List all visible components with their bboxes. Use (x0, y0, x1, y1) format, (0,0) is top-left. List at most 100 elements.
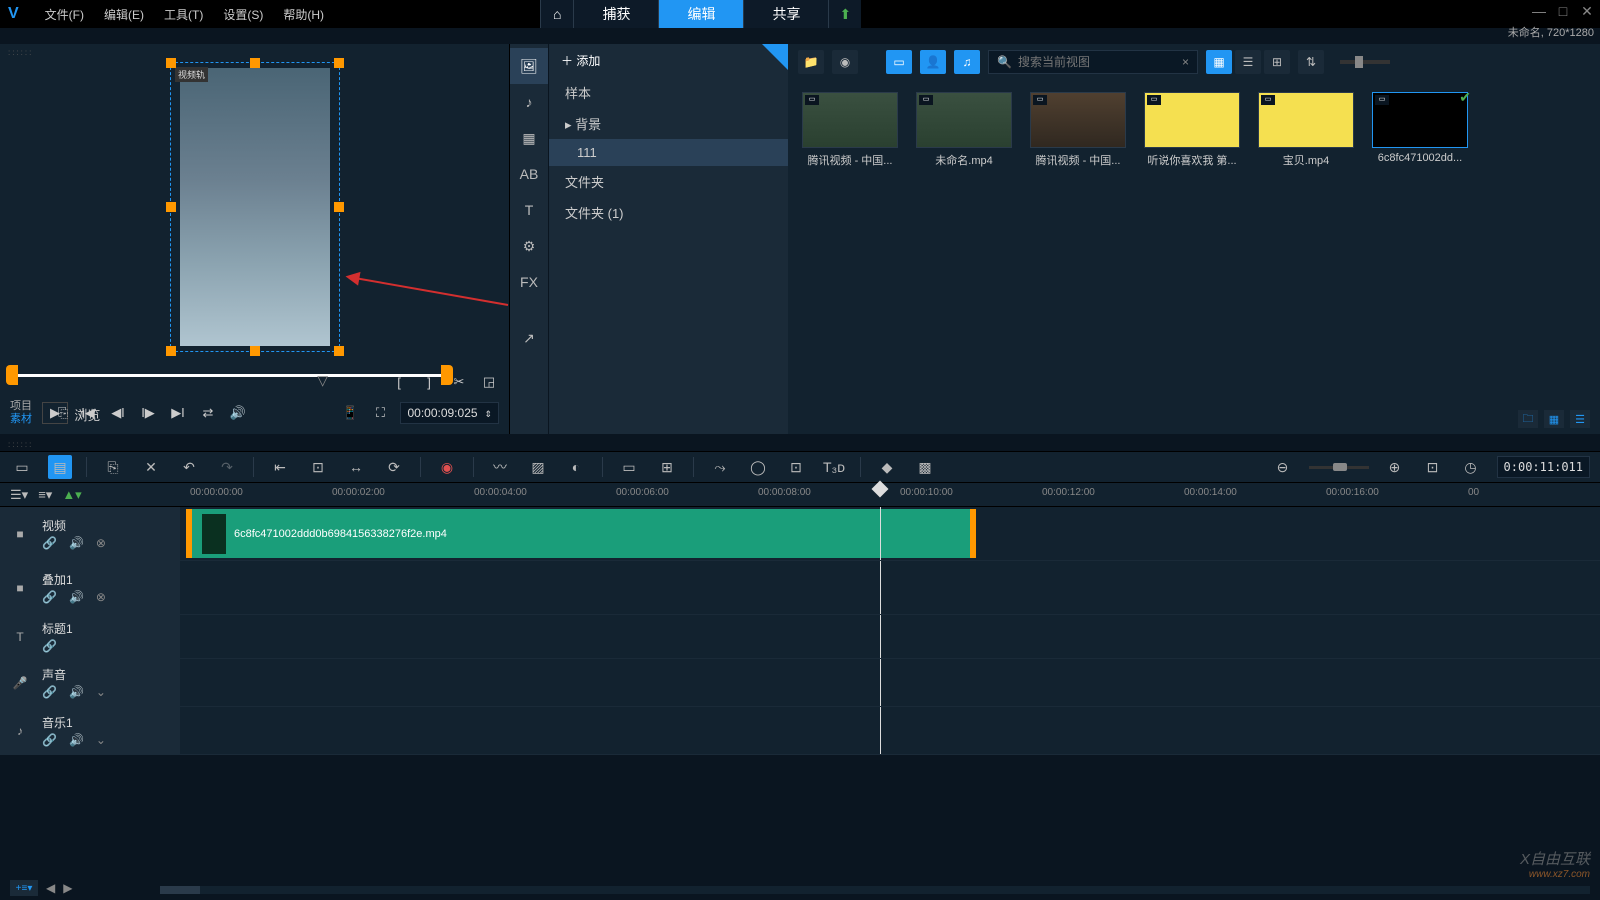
import-icon[interactable]: 📁 (798, 50, 824, 74)
trim-in-handle[interactable] (6, 365, 18, 385)
home-tab[interactable]: ⌂ (540, 0, 573, 28)
preview-mode-toggle[interactable]: 项目 素材 (10, 400, 32, 426)
menu-file[interactable]: 文件(F) (35, 6, 94, 23)
mute-icon[interactable]: 🔊 (69, 590, 84, 604)
add-track-button[interactable]: +≡▾ (10, 880, 38, 896)
clock-icon[interactable]: ◷ (1459, 455, 1483, 479)
zoom-slider[interactable] (1309, 466, 1369, 469)
view-thumb-icon[interactable]: ▦ (1206, 50, 1232, 74)
scroll-left-icon[interactable]: ◀ (46, 881, 55, 895)
time-ruler[interactable]: 00:00:00:00 00:00:02:00 00:00:04:00 00:0… (180, 483, 1600, 506)
mute-icon[interactable]: 🔊 (69, 733, 84, 747)
thumb-size-slider[interactable] (1340, 60, 1390, 64)
resize-handle[interactable] (334, 58, 344, 68)
upload-tab[interactable]: ⬆ (828, 0, 861, 28)
media-thumb[interactable]: ▭腾讯视频 - 中国... (1030, 92, 1126, 168)
goto-icon[interactable]: ⇤ (268, 455, 292, 479)
rotate-icon[interactable]: ⟳ (382, 455, 406, 479)
track-icon[interactable]: ◯ (746, 455, 770, 479)
resize-handle[interactable] (334, 346, 344, 356)
minimize-button[interactable]: — (1532, 4, 1546, 18)
resize-handle[interactable] (334, 202, 344, 212)
video-adjust-icon[interactable]: ▨ (526, 455, 550, 479)
mask-icon[interactable]: ◆ (875, 455, 899, 479)
crop-icon[interactable]: ◲ (479, 372, 499, 392)
blend-icon[interactable]: ◐ (564, 455, 588, 479)
clear-search-icon[interactable]: × (1182, 55, 1189, 69)
loop-icon[interactable]: ⇄ (198, 403, 218, 423)
link-icon[interactable]: 🔗 (42, 536, 57, 550)
zoom-out-icon[interactable]: ⊖ (1271, 455, 1295, 479)
tree-folder[interactable]: 文件夹 (549, 166, 788, 197)
close-button[interactable]: ✕ (1580, 4, 1594, 18)
volume-icon[interactable]: 🔊 (228, 403, 248, 423)
resize-handle[interactable] (250, 58, 260, 68)
track-options-icon[interactable]: ☰▾ (10, 487, 28, 503)
view-grid-icon[interactable]: ⊞ (1264, 50, 1290, 74)
lock-icon[interactable]: ⊗ (96, 536, 106, 550)
next-frame-icon[interactable]: I▶ (138, 403, 158, 423)
media-category-icon[interactable]: 🖼 (510, 48, 548, 84)
track-lane[interactable] (180, 561, 1600, 614)
3d-text-icon[interactable]: T₃ᴅ (822, 455, 846, 479)
split-icon[interactable]: ↔ (344, 455, 368, 479)
stabilize-icon[interactable]: ⊡ (784, 455, 808, 479)
track-lane[interactable] (180, 615, 1600, 658)
capture-tab[interactable]: 捕获 (573, 0, 658, 28)
undo-icon[interactable]: ↶ (177, 455, 201, 479)
sort-icon[interactable]: ⇅ (1298, 50, 1324, 74)
list-icon[interactable]: ☰ (1570, 410, 1590, 428)
fx-category-icon[interactable]: FX (510, 264, 548, 300)
track-lane[interactable]: 6c8fc471002ddd0b6984156338276f2e.mp4 (180, 507, 1600, 560)
storyboard-view-icon[interactable]: ▭ (10, 455, 34, 479)
audio-category-icon[interactable]: ♪ (510, 84, 548, 120)
tree-background[interactable]: ▸ 背景 (549, 108, 788, 139)
search-box[interactable]: 🔍 × (988, 50, 1198, 74)
fit-icon[interactable]: ⊡ (306, 455, 330, 479)
preview-canvas[interactable]: 视频轨 (170, 62, 340, 352)
view-list-icon[interactable]: ☰ (1235, 50, 1261, 74)
filter-audio-icon[interactable]: ♫ (954, 50, 980, 74)
share-tab[interactable]: 共享 (743, 0, 828, 28)
mute-icon[interactable]: 🔊 (69, 536, 84, 550)
fit-all-icon[interactable]: ⊡ (1421, 455, 1445, 479)
tree-sample[interactable]: 样本 (549, 77, 788, 108)
media-thumb[interactable]: ▭未命名.mp4 (916, 92, 1012, 168)
split-icon[interactable]: ✂ (449, 372, 469, 392)
resize-handle[interactable] (250, 346, 260, 356)
chroma-icon[interactable]: ▩ (913, 455, 937, 479)
trim-bar[interactable]: ▽ (10, 364, 449, 384)
track-insert-icon[interactable]: ▲▾ (62, 487, 81, 503)
track-header[interactable]: ♪ 音乐1 🔗🔊⌄ (0, 707, 180, 754)
track-header[interactable]: T 标题1 🔗 (0, 615, 180, 658)
text-category-icon[interactable]: T (510, 192, 548, 228)
browse-button[interactable]: ⎘ 浏览 (48, 401, 110, 428)
track-add-icon[interactable]: ≡▾ (38, 487, 52, 503)
copy-icon[interactable]: ⎘ (101, 455, 125, 479)
timeline-scrollbar[interactable] (160, 886, 1590, 894)
audio-adjust-icon[interactable]: 〰 (488, 455, 512, 479)
menu-edit[interactable]: 编辑(E) (94, 6, 154, 23)
border-icon[interactable]: ▭ (617, 455, 641, 479)
lock-icon[interactable]: ⊗ (96, 590, 106, 604)
expand-icon[interactable]: ⌄ (96, 733, 106, 747)
add-folder-button[interactable]: ＋ 添加 (549, 44, 788, 77)
title-category-icon[interactable]: AB (510, 156, 548, 192)
zoom-in-icon[interactable]: ⊕ (1383, 455, 1407, 479)
tools-icon[interactable]: ✕ (139, 455, 163, 479)
mute-icon[interactable]: 🔊 (69, 685, 84, 699)
scroll-right-icon[interactable]: ▶ (63, 881, 72, 895)
link-icon[interactable]: 🔗 (42, 685, 57, 699)
media-thumb[interactable]: ▭✔6c8fc471002dd... (1372, 92, 1468, 168)
menu-tools[interactable]: 工具(T) (154, 6, 213, 23)
preview-timecode[interactable]: 00:00:09:025 ⇕ (400, 402, 499, 424)
tree-folder-1[interactable]: 文件夹 (1) (549, 197, 788, 228)
filter-video-icon[interactable]: ▭ (886, 50, 912, 74)
menu-help[interactable]: 帮助(H) (273, 6, 334, 23)
track-header[interactable]: ■ 视频 🔗🔊⊗ (0, 507, 180, 560)
trim-marker[interactable]: ▽ (317, 372, 328, 389)
device-icon[interactable]: 📱 (340, 403, 360, 423)
media-thumb[interactable]: ▭听说你喜欢我 第... (1144, 92, 1240, 168)
path-category-icon[interactable]: ↗ (510, 320, 548, 356)
media-thumb[interactable]: ▭腾讯视频 - 中国... (802, 92, 898, 168)
